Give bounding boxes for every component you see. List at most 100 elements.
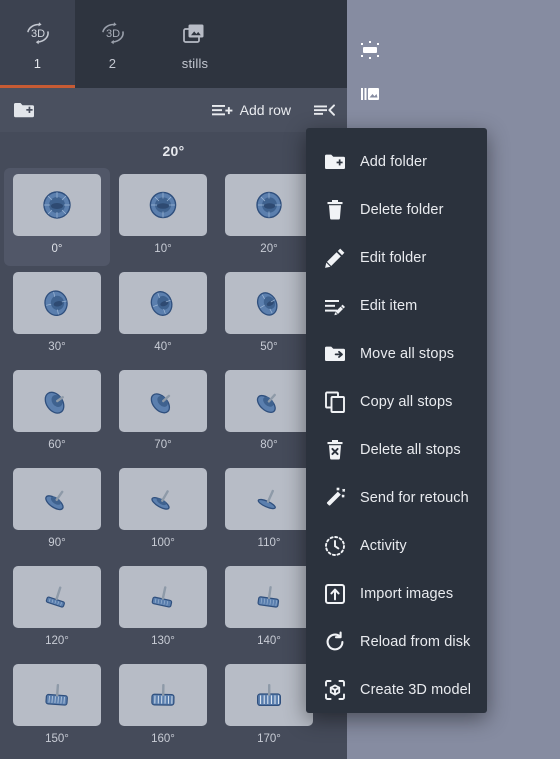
menu-item-label: Edit item (360, 298, 418, 314)
thumbnail-cell[interactable]: 60° (4, 364, 110, 462)
row-header-label: 20° (162, 143, 185, 159)
thumbnail-image (225, 468, 313, 530)
copy-icon (324, 391, 346, 413)
folder-plus-icon[interactable] (12, 100, 36, 120)
thumbnail-label: 40° (154, 341, 172, 353)
thumbnail-cell[interactable]: 40° (110, 266, 216, 364)
dashed-clock-icon (324, 535, 346, 557)
thumbnail-label: 160° (151, 733, 175, 745)
menu-item-delete-all-stops[interactable]: Delete all stops (306, 426, 487, 474)
list-pencil-icon (324, 295, 346, 317)
app-column: 3D 1 3D 2 stills Add row 20° 0° 10° 20° … (0, 0, 347, 759)
thumbnail-grid-area: 20° 0° 10° 20° 30° 40° 50° 60° 70° 80° 9… (0, 132, 347, 759)
rotate-3d-icon: 3D (96, 17, 130, 51)
folder-plus-icon (324, 151, 346, 173)
tab-3d-1[interactable]: 3D 1 (0, 0, 75, 88)
trash-x-icon (324, 439, 346, 461)
thumbnail-image (13, 272, 101, 334)
thumbnail-label: 140° (257, 635, 281, 647)
menu-item-import-images[interactable]: Import images (306, 570, 487, 618)
thumbnail-label: 60° (48, 439, 66, 451)
thumbnail-image (119, 664, 207, 726)
thumbnail-label: 120° (45, 635, 69, 647)
tab-stills[interactable]: stills (150, 0, 240, 88)
thumbnail-cell[interactable]: 120° (4, 560, 110, 658)
thumbnail-label: 70° (154, 439, 172, 451)
rotate-3d-icon: 3D (21, 17, 55, 51)
refresh-icon (324, 631, 346, 653)
menu-item-label: Activity (360, 538, 407, 554)
tab-bar-filler (240, 0, 347, 88)
thumbnail-label: 150° (45, 733, 69, 745)
thumbnail-label: 20° (260, 243, 278, 255)
thumbnail-image (13, 174, 101, 236)
thumbnail-image (13, 664, 101, 726)
menu-item-edit-item[interactable]: Edit item (306, 282, 487, 330)
grid-toolbar: Add row (0, 88, 347, 132)
menu-item-copy-all-stops[interactable]: Copy all stops (306, 378, 487, 426)
image-layers-icon[interactable] (355, 80, 385, 108)
menu-item-add-folder[interactable]: Add folder (306, 138, 487, 186)
thumbnail-cell[interactable]: 10° (110, 168, 216, 266)
tab-bar: 3D 1 3D 2 stills (0, 0, 347, 88)
tab-label: 2 (108, 56, 117, 71)
menu-item-move-all-stops[interactable]: Move all stops (306, 330, 487, 378)
import-arrow-up-icon (324, 583, 346, 605)
thumbnail-image (119, 174, 207, 236)
thumbnail-label: 50° (260, 341, 278, 353)
thumbnail-cell[interactable]: 130° (110, 560, 216, 658)
thumbnail-image (13, 566, 101, 628)
svg-text:3D: 3D (105, 28, 119, 40)
menu-item-activity[interactable]: Activity (306, 522, 487, 570)
thumbnail-cell[interactable]: 70° (110, 364, 216, 462)
menu-item-label: Move all stops (360, 346, 455, 362)
thumbnail-label: 100° (151, 537, 175, 549)
thumbnail-image (119, 566, 207, 628)
light-panel-icon[interactable] (355, 36, 385, 64)
thumbnail-cell[interactable]: 30° (4, 266, 110, 364)
thumbnail-image (13, 370, 101, 432)
svg-text:3D: 3D (30, 28, 44, 40)
context-menu: Add folder Delete folder Edit folder Edi… (306, 128, 487, 713)
tab-label: 1 (33, 56, 42, 71)
menu-item-send-for-retouch[interactable]: Send for retouch (306, 474, 487, 522)
tab-label: stills (181, 56, 209, 71)
thumbnail-label: 10° (154, 243, 172, 255)
thumbnail-cell[interactable]: 160° (110, 658, 216, 756)
thumbnail-image (13, 468, 101, 530)
menu-item-label: Delete folder (360, 202, 444, 218)
thumbnail-image (225, 566, 313, 628)
menu-item-label: Edit folder (360, 250, 427, 266)
thumbnail-image (119, 370, 207, 432)
thumbnail-grid: 0° 10° 20° 30° 40° 50° 60° 70° 80° 90° 1… (0, 168, 347, 756)
thumbnail-image (119, 468, 207, 530)
menu-item-label: Send for retouch (360, 490, 469, 506)
menu-item-edit-folder[interactable]: Edit folder (306, 234, 487, 282)
add-row-label: Add row (239, 102, 291, 118)
thumbnail-label: 80° (260, 439, 278, 451)
thumbnail-cell[interactable]: 150° (4, 658, 110, 756)
thumbnail-image (225, 272, 313, 334)
thumbnail-image (225, 370, 313, 432)
thumbnail-cell[interactable]: 90° (4, 462, 110, 560)
trash-icon (324, 199, 346, 221)
menu-item-create-3d-model[interactable]: Create 3D model (306, 666, 487, 714)
thumbnail-label: 130° (151, 635, 175, 647)
menu-item-label: Reload from disk (360, 634, 471, 650)
cube-brackets-icon (324, 679, 346, 701)
thumbnail-label: 90° (48, 537, 66, 549)
menu-item-delete-folder[interactable]: Delete folder (306, 186, 487, 234)
list-plus-icon (211, 101, 233, 119)
folder-arrow-right-icon (324, 343, 346, 365)
thumbnail-cell[interactable]: 100° (110, 462, 216, 560)
tab-3d-2[interactable]: 3D 2 (75, 0, 150, 88)
add-row-button[interactable]: Add row (205, 97, 297, 123)
menu-item-label: Delete all stops (360, 442, 461, 458)
thumbnail-image (119, 272, 207, 334)
thumbnail-cell[interactable]: 0° (4, 168, 110, 266)
magic-wand-icon (324, 487, 346, 509)
menu-item-reload-from-disk[interactable]: Reload from disk (306, 618, 487, 666)
thumbnail-label: 170° (257, 733, 281, 745)
pencil-icon (324, 247, 346, 269)
list-collapse-icon[interactable] (313, 101, 335, 119)
